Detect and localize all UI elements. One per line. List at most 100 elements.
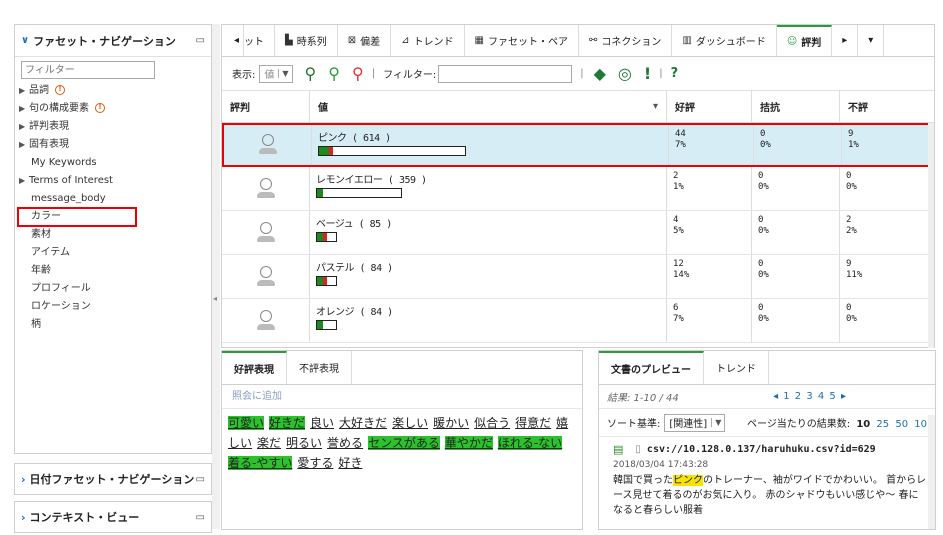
sort-arrow-icon[interactable]: ▾ bbox=[653, 101, 658, 112]
facet-item[interactable]: ロケーション bbox=[15, 298, 211, 316]
value-label[interactable]: レモンイエロー ( 359 ) bbox=[316, 171, 660, 186]
filter-input[interactable] bbox=[438, 64, 573, 83]
tab-document-preview[interactable]: 文書のプレビュー bbox=[599, 351, 704, 384]
tab-prev-arrow[interactable]: ット bbox=[244, 25, 276, 56]
facet-item[interactable]: My Keywords bbox=[15, 154, 211, 172]
neutral-cell[interactable]: 0 0% bbox=[752, 255, 840, 298]
expression-word[interactable]: 明るい bbox=[286, 436, 322, 450]
table-scrollbar[interactable] bbox=[928, 123, 934, 348]
facet-item[interactable]: 素材 bbox=[15, 226, 211, 244]
search-positive-icon[interactable]: ⚲ bbox=[328, 64, 340, 83]
tab-timeseries[interactable]: ▙ 時系列 bbox=[275, 25, 338, 56]
value-label[interactable]: ベージュ ( 85 ) bbox=[316, 215, 660, 230]
expression-word[interactable]: 好き bbox=[338, 456, 362, 470]
expand-arrow-icon[interactable]: ▶ bbox=[19, 136, 25, 154]
tab-facet-pair[interactable]: ▦ ファセット・ペア bbox=[465, 25, 579, 56]
expression-word[interactable]: 愛する bbox=[297, 456, 333, 470]
expression-word[interactable]: 華やかだ bbox=[444, 436, 493, 450]
per-page-option[interactable]: 50 bbox=[895, 419, 908, 430]
neutral-cell[interactable]: 0 0% bbox=[752, 167, 840, 210]
facet-item[interactable]: ▶ 句の構成要素! bbox=[15, 100, 211, 118]
gem-icon[interactable]: ◆ bbox=[594, 64, 606, 83]
facet-item[interactable]: カラー bbox=[17, 207, 137, 227]
facet-item[interactable]: ▶ Terms of Interest bbox=[15, 172, 211, 190]
expression-word[interactable]: ほれる-ない bbox=[497, 436, 563, 450]
table-row[interactable]: レモンイエロー ( 359 ) 2 1% 0 0% 0 0% bbox=[222, 167, 934, 211]
expand-arrow-icon[interactable]: ▶ bbox=[19, 100, 25, 118]
facet-navigation-header[interactable]: ∨ ファセット・ナビゲーション ▭ bbox=[15, 25, 211, 57]
document-scrollbar[interactable] bbox=[928, 415, 935, 529]
negative-cell[interactable]: 9 11% bbox=[840, 255, 928, 298]
minimize-icon[interactable]: ▭ bbox=[196, 512, 205, 523]
positive-cell[interactable]: 2 1% bbox=[667, 167, 752, 210]
expression-word[interactable]: 似合う bbox=[474, 416, 510, 430]
facet-item[interactable]: アイテム bbox=[15, 244, 211, 262]
table-row[interactable]: パステル ( 84 ) 12 14% 0 0% 9 11% bbox=[222, 255, 934, 299]
tab-positive-expressions[interactable]: 好評表現 bbox=[222, 351, 287, 384]
expression-word[interactable]: 可愛い bbox=[228, 416, 265, 430]
date-facet-header[interactable]: › 日付ファセット・ナビゲーション ▭ bbox=[14, 463, 212, 495]
facet-item[interactable]: ▶ 固有表現 bbox=[15, 136, 211, 154]
neutral-cell[interactable]: 0 0% bbox=[752, 299, 840, 342]
expression-word[interactable]: 誉める bbox=[327, 436, 363, 450]
per-page-option[interactable]: 10 bbox=[914, 419, 927, 430]
tab-scroll-right-icon[interactable]: ▸ bbox=[832, 25, 859, 56]
positive-cell[interactable]: 12 14% bbox=[667, 255, 752, 298]
facet-item[interactable]: message_body bbox=[15, 190, 211, 208]
facet-item[interactable]: 年齢 bbox=[15, 262, 211, 280]
table-row[interactable]: ピンク ( 614 ) 44 7% 0 0% 9 1% bbox=[222, 123, 934, 167]
expression-word[interactable]: 良い bbox=[310, 416, 334, 430]
positive-cell[interactable]: 6 7% bbox=[667, 299, 752, 342]
tab-menu-icon[interactable]: ▾ bbox=[858, 25, 885, 56]
expression-word[interactable]: 楽だ bbox=[257, 436, 281, 450]
add-to-query-button[interactable]: 照会に追加 bbox=[222, 385, 582, 409]
tab-connection[interactable]: ⚯ コネクション bbox=[579, 25, 673, 56]
collapse-left-icon[interactable]: ◂ bbox=[213, 294, 217, 303]
sort-select[interactable]: [関連性] ▼ bbox=[664, 413, 726, 432]
expand-arrow-icon[interactable]: ▶ bbox=[19, 118, 25, 136]
display-select[interactable]: 値 ▼ bbox=[259, 64, 293, 83]
tab-negative-expressions[interactable]: 不評表現 bbox=[287, 351, 352, 384]
neutral-cell[interactable]: 0 0% bbox=[752, 211, 840, 254]
column-header[interactable]: 値 ▾ bbox=[310, 91, 667, 122]
expression-word[interactable]: 着る-やすい bbox=[228, 456, 293, 470]
expand-arrow-icon[interactable]: ▶ bbox=[19, 82, 25, 100]
facet-item[interactable]: 柄 bbox=[15, 316, 211, 334]
value-label[interactable]: ピンク ( 614 ) bbox=[318, 129, 662, 144]
positive-cell[interactable]: 44 7% bbox=[669, 125, 754, 165]
tab-dashboard[interactable]: ▥ ダッシュボード bbox=[672, 25, 777, 56]
pagination[interactable]: ◂ 1 2 3 4 5 ▸ bbox=[773, 391, 847, 402]
facet-item[interactable]: ▶ 品詞! bbox=[15, 82, 211, 100]
tab-scroll-left-icon[interactable]: ◂ bbox=[222, 25, 245, 56]
target-icon[interactable]: ◎ bbox=[618, 64, 632, 83]
neutral-cell[interactable]: 0 0% bbox=[754, 125, 842, 165]
expression-word[interactable]: 好きだ bbox=[269, 416, 306, 430]
minimize-icon[interactable]: ▭ bbox=[196, 35, 205, 46]
facet-filter-input[interactable] bbox=[21, 61, 155, 79]
expand-arrow-icon[interactable]: ▶ bbox=[19, 172, 25, 190]
tab-trend[interactable]: トレンド bbox=[704, 351, 769, 384]
table-row[interactable]: オレンジ ( 84 ) 6 7% 0 0% 0 0% bbox=[222, 299, 934, 343]
value-label[interactable]: パステル ( 84 ) bbox=[316, 259, 660, 274]
expression-word[interactable]: センスがある bbox=[368, 436, 440, 450]
column-header[interactable]: 拮抗 bbox=[752, 91, 840, 122]
help-icon[interactable]: ? bbox=[671, 66, 679, 81]
column-header[interactable]: 好評 bbox=[667, 91, 752, 122]
expression-word[interactable]: 大好きだ bbox=[339, 416, 387, 430]
table-row[interactable]: ベージュ ( 85 ) 4 5% 0 0% 2 2% bbox=[222, 211, 934, 255]
tab-deviation[interactable]: ⊠ 偏差 bbox=[338, 25, 392, 56]
facet-item[interactable]: ▶ 評判表現 bbox=[15, 118, 211, 136]
minimize-icon[interactable]: ▭ bbox=[196, 474, 205, 485]
panel-splitter[interactable]: ◂ bbox=[212, 24, 220, 529]
per-page-option[interactable]: 25 bbox=[876, 419, 889, 430]
alert-icon[interactable]: ! bbox=[644, 64, 651, 83]
tab-reputation[interactable]: ☺ 評判 bbox=[776, 25, 833, 56]
negative-cell[interactable]: 2 2% bbox=[840, 211, 928, 254]
expression-word[interactable]: 得意だ bbox=[515, 416, 551, 430]
expression-word[interactable]: 暖かい bbox=[433, 416, 469, 430]
negative-cell[interactable]: 0 0% bbox=[840, 167, 928, 210]
column-header[interactable]: 不評 bbox=[840, 91, 928, 122]
facet-item[interactable]: プロフィール bbox=[15, 280, 211, 298]
search-related-icon[interactable]: ⚲ bbox=[305, 64, 317, 83]
column-header[interactable]: 評判 bbox=[222, 91, 310, 122]
